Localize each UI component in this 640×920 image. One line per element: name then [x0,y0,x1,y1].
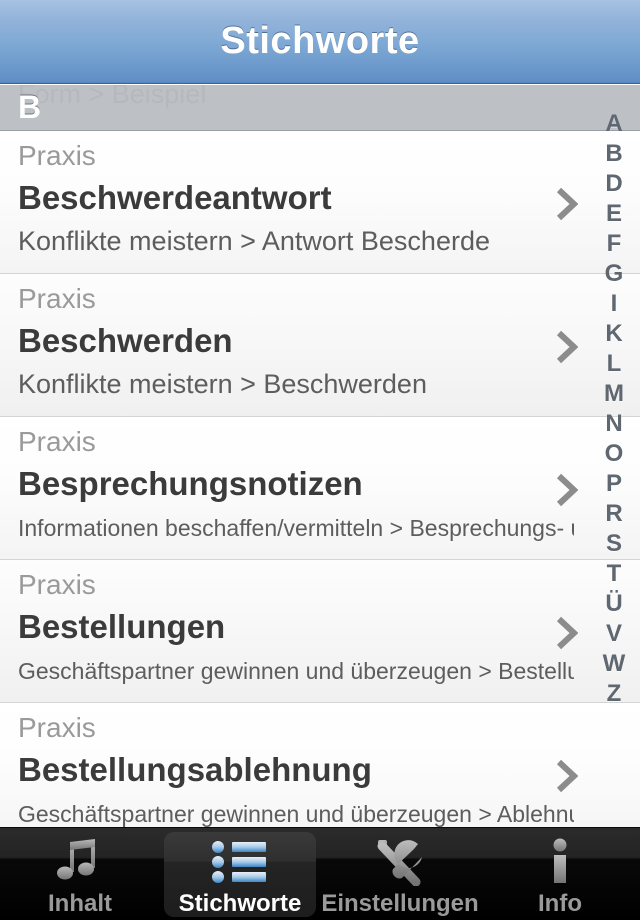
index-letter-t[interactable]: T [588,559,640,589]
list-item-category: Praxis [18,140,96,171]
list-item[interactable]: Praxis Bestellungsablehnung Geschäftspar… [0,703,640,827]
tab-label: Inhalt [48,890,112,917]
list-item-category: Praxis [18,426,96,457]
alphabet-index-bar[interactable]: A B D E F G I K L M N O P R S T Ü V W Z [588,85,640,827]
list-item[interactable]: Praxis Bestellungen Geschäftspartner gew… [0,560,640,703]
page-title: Stichworte [220,20,420,62]
index-letter-z[interactable]: Z [588,679,640,709]
index-letter-b[interactable]: B [588,139,640,169]
list-item-path: Konflikte meistern > Beschwerden [18,369,427,399]
index-letter-ue[interactable]: Ü [588,589,640,619]
list-item-category: Praxis [18,283,96,314]
list-item-category: Praxis [18,712,96,743]
list-item[interactable]: Praxis Beschwerdeantwort Konflikte meist… [0,131,640,274]
list-rows: Praxis Beschwerdeantwort Konflikte meist… [0,131,640,827]
list-item-path: Konflikte meistern > Antwort Bescherde [18,226,490,256]
section-header-b: B [0,85,640,131]
index-letter-d[interactable]: D [588,169,640,199]
app-screen: Stichworte Form > Beispiel B Praxis Besc… [0,0,640,920]
tab-stichworte[interactable]: Stichworte [160,828,320,920]
list-item-title: Beschwerdeantwort [18,179,332,216]
music-note-icon [52,838,108,886]
keyword-list[interactable]: Form > Beispiel B Praxis Beschwerdeantwo… [0,85,640,827]
index-letter-m[interactable]: M [588,379,640,409]
list-item-title: Besprechungsnotizen [18,465,363,502]
section-header-letter: B [18,89,42,125]
index-letter-n[interactable]: N [588,409,640,439]
list-item-path: Geschäftspartner gewinnen und überzeugen… [18,801,574,827]
index-letter-p[interactable]: P [588,469,640,499]
index-letter-k[interactable]: K [588,319,640,349]
list-item-title: Beschwerden [18,322,233,359]
index-letter-e[interactable]: E [588,199,640,229]
tab-label: Stichworte [178,890,302,917]
index-letter-g[interactable]: G [588,259,640,289]
tab-label: Einstellungen [321,890,479,917]
index-letter-w[interactable]: W [588,649,640,679]
index-letter-o[interactable]: O [588,439,640,469]
chevron-right-icon [556,187,578,221]
tab-inhalt[interactable]: Inhalt [0,828,160,920]
list-item-path: Geschäftspartner gewinnen und überzeugen… [18,658,574,684]
index-letter-v[interactable]: V [588,619,640,649]
list-item[interactable]: Praxis Beschwerden Konflikte meistern > … [0,274,640,417]
chevron-right-icon [556,473,578,507]
chevron-right-icon [556,330,578,364]
tab-info[interactable]: Info [480,828,640,920]
info-icon [545,838,575,886]
index-letter-a[interactable]: A [588,109,640,139]
chevron-right-icon [556,759,578,793]
list-item-title: Bestellungen [18,608,226,645]
index-letter-l[interactable]: L [588,349,640,379]
chevron-right-icon [556,616,578,650]
index-letter-r[interactable]: R [588,499,640,529]
tab-bar: Inhalt Stichworte Einstellungen Info [0,827,640,920]
index-letter-f[interactable]: F [588,229,640,259]
tab-label: Info [538,890,582,917]
list-item-title: Bestellungsablehnung [18,751,372,788]
tools-icon [372,838,428,886]
navigation-bar: Stichworte [0,0,640,84]
list-item-path: Informationen beschaffen/vermitteln > Be… [18,515,574,541]
list-item[interactable]: Praxis Besprechungsnotizen Informationen… [0,417,640,560]
list-item-category: Praxis [18,569,96,600]
bulleted-list-icon [209,838,271,886]
index-letter-i[interactable]: I [588,289,640,319]
tab-einstellungen[interactable]: Einstellungen [320,828,480,920]
index-letter-s[interactable]: S [588,529,640,559]
